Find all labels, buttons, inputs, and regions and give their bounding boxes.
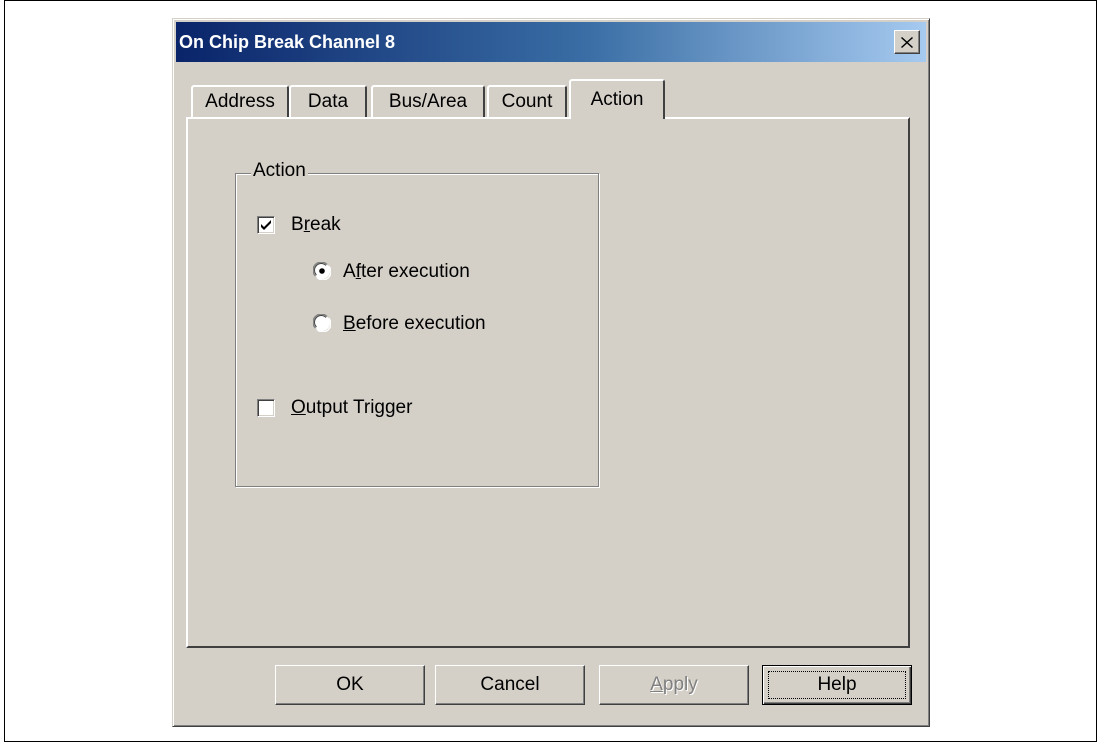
before-execution-label[interactable]: Before execution bbox=[343, 313, 486, 335]
break-checkbox[interactable] bbox=[257, 216, 275, 234]
break-label[interactable]: Break bbox=[291, 214, 341, 236]
after-execution-label[interactable]: After execution bbox=[343, 261, 470, 283]
tab-data-label: Data bbox=[307, 91, 349, 112]
tab-action[interactable]: Action bbox=[569, 79, 665, 119]
before-execution-radio[interactable] bbox=[313, 314, 331, 332]
output-trigger-label[interactable]: Output Trigger bbox=[291, 397, 412, 419]
title-bar[interactable]: On Chip Break Channel 8 bbox=[176, 22, 926, 62]
tab-count[interactable]: Count bbox=[487, 85, 567, 117]
output-trigger-checkbox[interactable] bbox=[257, 399, 275, 417]
cancel-button-label: Cancel bbox=[480, 674, 540, 695]
ok-button-label: OK bbox=[336, 674, 364, 695]
tab-bus-area[interactable]: Bus/Area bbox=[371, 85, 485, 117]
apply-button-label: Apply bbox=[650, 674, 698, 695]
tab-action-label: Action bbox=[590, 89, 644, 110]
cancel-button[interactable]: Cancel bbox=[435, 665, 585, 705]
checkmark-icon bbox=[261, 220, 271, 230]
apply-button[interactable]: Apply bbox=[599, 665, 749, 705]
after-execution-radio[interactable] bbox=[313, 262, 331, 280]
tab-address[interactable]: Address bbox=[191, 85, 289, 117]
radio-dot-icon bbox=[319, 268, 325, 274]
tab-count-label: Count bbox=[501, 91, 553, 112]
close-icon bbox=[901, 36, 913, 48]
action-group-title: Action bbox=[251, 160, 308, 182]
close-button[interactable] bbox=[894, 30, 920, 54]
help-button-label: Help bbox=[817, 674, 857, 695]
tab-data[interactable]: Data bbox=[289, 85, 367, 117]
help-button[interactable]: Help bbox=[762, 665, 912, 705]
window-title: On Chip Break Channel 8 bbox=[179, 32, 396, 52]
tab-address-label: Address bbox=[205, 91, 275, 112]
tab-bus-area-label: Bus/Area bbox=[388, 91, 468, 112]
ok-button[interactable]: OK bbox=[275, 665, 425, 705]
